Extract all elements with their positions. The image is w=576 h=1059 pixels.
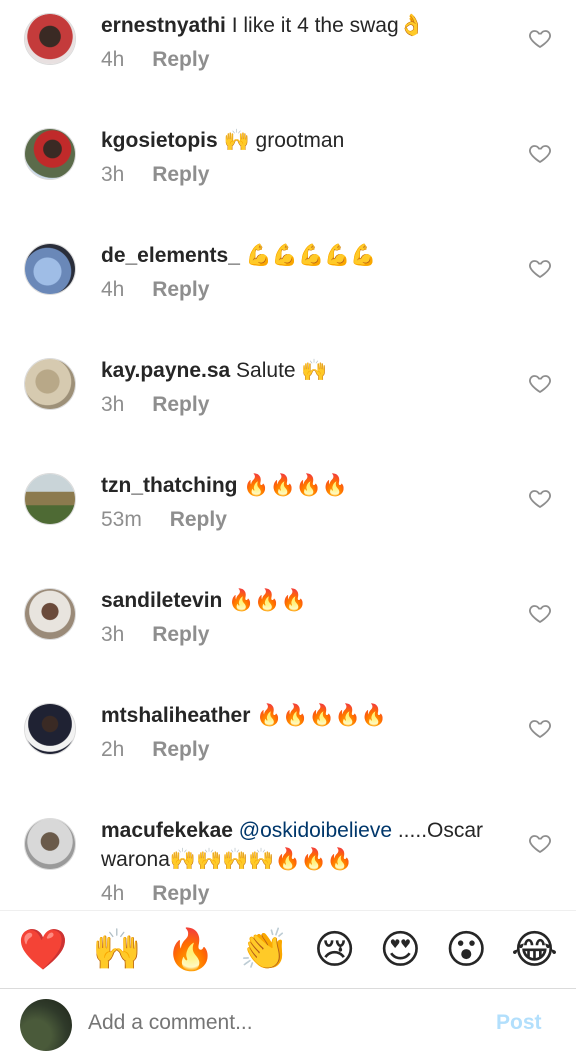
reply-button[interactable]: Reply bbox=[152, 278, 209, 301]
comment-text: Salute 🙌 bbox=[236, 359, 328, 382]
comment-text: 🔥🔥🔥🔥🔥 bbox=[256, 704, 387, 727]
reply-button[interactable]: Reply bbox=[152, 738, 209, 761]
avatar[interactable] bbox=[24, 358, 76, 410]
reply-button[interactable]: Reply bbox=[152, 48, 209, 71]
comment-text: 💪💪💪💪💪 bbox=[245, 244, 377, 267]
comment-time: 4h bbox=[101, 882, 125, 905]
comment-time: 3h bbox=[101, 163, 125, 186]
comment-username[interactable]: de_elements_ bbox=[101, 244, 240, 267]
avatar[interactable] bbox=[24, 818, 76, 870]
comment-body: macufekekae @oskidoibelieve .....Oscar w… bbox=[101, 816, 521, 908]
comment-time: 2h bbox=[101, 738, 125, 761]
comment-time: 53m bbox=[101, 508, 142, 531]
reply-button[interactable]: Reply bbox=[152, 882, 209, 905]
comment-text: 🔥🔥🔥🔥 bbox=[243, 474, 348, 497]
comment-text: I like it 4 the swag👌 bbox=[231, 14, 425, 37]
raising-hands-emoji-button[interactable]: 🙌 bbox=[92, 930, 142, 970]
heart-outline-icon[interactable] bbox=[528, 601, 552, 625]
heart-eyes-emoji-button[interactable]: 😍 bbox=[380, 930, 422, 970]
quick-reaction-bar: ❤️ 🙌 🔥 👏 😢 😍 😮 😂 bbox=[0, 910, 576, 988]
comment-time: 3h bbox=[101, 623, 125, 646]
heart-outline-icon[interactable] bbox=[528, 716, 552, 740]
avatar[interactable] bbox=[24, 588, 76, 640]
heart-outline-icon[interactable] bbox=[528, 831, 552, 855]
surprised-face-emoji-button[interactable]: 😮 bbox=[445, 930, 487, 970]
post-button[interactable]: Post bbox=[496, 1011, 542, 1035]
clapping-hands-emoji-button[interactable]: 👏 bbox=[240, 930, 290, 970]
comment-time: 4h bbox=[101, 278, 125, 301]
comment-body: kay.payne.sa Salute 🙌 3h Reply bbox=[101, 356, 521, 419]
red-heart-emoji-button[interactable]: ❤️ bbox=[18, 930, 68, 970]
heart-outline-icon[interactable] bbox=[528, 486, 552, 510]
current-user-avatar bbox=[20, 999, 72, 1051]
heart-outline-icon[interactable] bbox=[528, 256, 552, 280]
comment-meta: 4h Reply bbox=[101, 45, 521, 74]
avatar[interactable] bbox=[24, 473, 76, 525]
reply-button[interactable]: Reply bbox=[152, 163, 209, 186]
comment-meta: 4h Reply bbox=[101, 879, 521, 908]
comment-mention-link[interactable]: @oskidoibelieve bbox=[239, 819, 392, 842]
comment-username[interactable]: macufekekae bbox=[101, 819, 233, 842]
comment-body: ernestnyathi I like it 4 the swag👌 4h Re… bbox=[101, 11, 521, 74]
fire-emoji-button[interactable]: 🔥 bbox=[166, 930, 216, 970]
comment-meta: 3h Reply bbox=[101, 620, 521, 649]
comment-meta: 3h Reply bbox=[101, 390, 521, 419]
comment-body: mtshaliheather 🔥🔥🔥🔥🔥 2h Reply bbox=[101, 701, 521, 764]
crying-face-emoji-button[interactable]: 😢 bbox=[314, 930, 356, 970]
comment-text: 🔥🔥🔥 bbox=[228, 589, 307, 612]
comment-body: sandiletevin 🔥🔥🔥 3h Reply bbox=[101, 586, 521, 649]
comment-input[interactable] bbox=[88, 1011, 448, 1035]
comment-meta: 3h Reply bbox=[101, 160, 521, 189]
comment-body: tzn_thatching 🔥🔥🔥🔥 53m Reply bbox=[101, 471, 521, 534]
tears-of-joy-emoji-button[interactable]: 😂 bbox=[511, 930, 558, 970]
comment-username[interactable]: kgosietopis bbox=[101, 129, 218, 152]
heart-outline-icon[interactable] bbox=[528, 26, 552, 50]
comment-username[interactable]: ernestnyathi bbox=[101, 14, 226, 37]
comment-text: 🙌 grootman bbox=[223, 129, 345, 152]
comment-username[interactable]: mtshaliheather bbox=[101, 704, 250, 727]
comment-time: 4h bbox=[101, 48, 125, 71]
avatar[interactable] bbox=[24, 243, 76, 295]
comment-body: de_elements_ 💪💪💪💪💪 4h Reply bbox=[101, 241, 521, 304]
avatar[interactable] bbox=[24, 703, 76, 755]
comment-username[interactable]: sandiletevin bbox=[101, 589, 222, 612]
heart-outline-icon[interactable] bbox=[528, 371, 552, 395]
avatar[interactable] bbox=[24, 13, 76, 65]
reply-button[interactable]: Reply bbox=[152, 393, 209, 416]
comment-body: kgosietopis 🙌 grootman 3h Reply bbox=[101, 126, 521, 189]
comment-meta: 4h Reply bbox=[101, 275, 521, 304]
comment-composer: Post bbox=[0, 988, 576, 1059]
reply-button[interactable]: Reply bbox=[152, 623, 209, 646]
comment-username[interactable]: tzn_thatching bbox=[101, 474, 238, 497]
reply-button[interactable]: Reply bbox=[170, 508, 227, 531]
comment-time: 3h bbox=[101, 393, 125, 416]
comment-username[interactable]: kay.payne.sa bbox=[101, 359, 230, 382]
comment-meta: 53m Reply bbox=[101, 505, 521, 534]
avatar[interactable] bbox=[24, 128, 76, 180]
comment-meta: 2h Reply bbox=[101, 735, 521, 764]
comments-screen: ernestnyathi I like it 4 the swag👌 4h Re… bbox=[0, 0, 576, 1059]
heart-outline-icon[interactable] bbox=[528, 141, 552, 165]
